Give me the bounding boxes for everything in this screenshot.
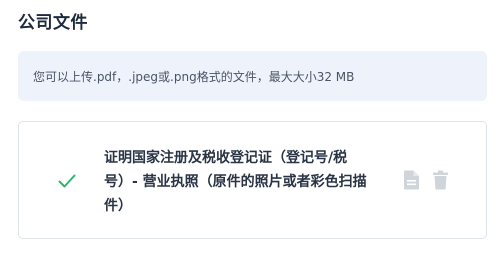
document-label: 证明国家注册及税收登记证（登记号/税号）- 营业执照（原件的照片或者彩色扫描件） xyxy=(104,150,367,214)
trash-icon[interactable] xyxy=(432,170,449,190)
upload-info-banner: 您可以上传.pdf，.jpeg或.png格式的文件，最大大小32 MB xyxy=(18,51,487,101)
upload-info-text: 您可以上传.pdf，.jpeg或.png格式的文件，最大大小32 MB xyxy=(33,69,355,84)
company-documents-section: 公司文件 您可以上传.pdf，.jpeg或.png格式的文件，最大大小32 MB… xyxy=(0,0,498,254)
file-icon[interactable] xyxy=(403,170,420,190)
check-icon xyxy=(58,174,76,188)
document-actions xyxy=(403,170,449,190)
document-item-card: 证明国家注册及税收登记证（登记号/税号）- 营业执照（原件的照片或者彩色扫描件） xyxy=(18,121,487,239)
section-title: 公司文件 xyxy=(18,13,88,33)
